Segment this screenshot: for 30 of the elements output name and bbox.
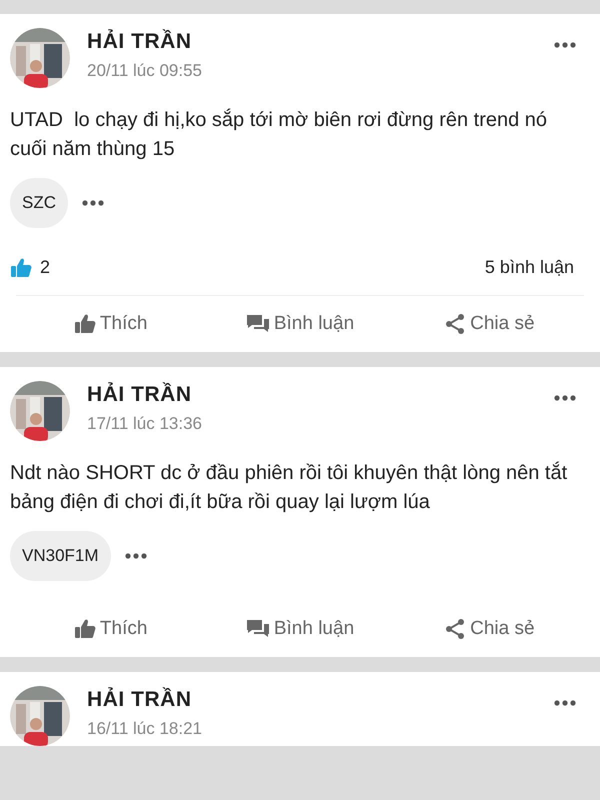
comment-button[interactable]: Bình luận — [205, 614, 395, 644]
post-text: Ndt nào SHORT dc ở đầu phiên rồi tôi khuyên thật lòng nên tắt bảng điện đi chơi đi,ít bữa rồi quay lại lượm lúa — [10, 460, 568, 515]
stock-tag[interactable]: VN30F1M — [10, 531, 111, 581]
stock-tag[interactable]: SZC — [10, 178, 68, 228]
like-count[interactable]: 2 — [40, 254, 50, 281]
more-icon[interactable] — [554, 395, 576, 401]
post-time: 17/11 lúc 13:36 — [87, 413, 203, 435]
share-button[interactable]: Chia sẻ — [394, 614, 584, 644]
thumbs-up-icon — [10, 258, 32, 278]
comment-count[interactable]: 5 bình luận — [484, 254, 574, 281]
more-icon[interactable] — [554, 42, 576, 48]
share-icon — [444, 618, 466, 640]
share-icon — [444, 313, 466, 335]
more-tags-icon[interactable] — [82, 200, 104, 206]
comment-button[interactable]: Bình luận — [205, 310, 395, 338]
post-text: UTAD lo chạy đi hị,ko sắp tới mờ biên rơi đừng rên trend nó cuối năm thùng 15 — [10, 108, 548, 162]
thumbs-up-icon — [74, 619, 96, 639]
more-tags-icon[interactable] — [124, 553, 147, 559]
post-time: 20/11 lúc 09:55 — [87, 60, 203, 82]
like-button[interactable]: Thích — [16, 614, 206, 644]
post-time: 16/11 lúc 18:21 — [87, 718, 203, 740]
comment-icon — [246, 619, 270, 639]
author-name[interactable]: HẢI TRẦN — [87, 686, 554, 714]
author-name[interactable]: HẢI TRẦN — [87, 381, 554, 409]
comment-icon — [246, 314, 270, 334]
share-button[interactable]: Chia sẻ — [394, 310, 584, 338]
more-icon[interactable] — [554, 700, 576, 706]
thumbs-up-icon — [74, 314, 96, 334]
author-name[interactable]: HẢI TRẦN — [87, 28, 554, 56]
like-button[interactable]: Thích — [16, 310, 206, 338]
